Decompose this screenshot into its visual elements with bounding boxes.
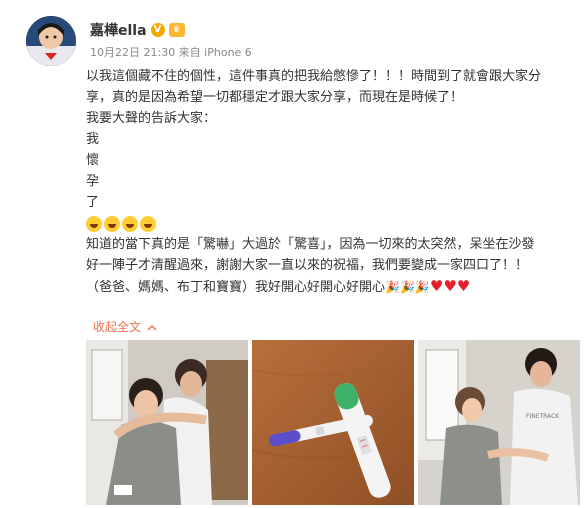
post-meta: 10月22日 21:30 来自 iPhone 6 [90,46,252,59]
party-popper-icon: 🎉 [414,280,430,294]
emoji-row [86,213,578,234]
avatar[interactable] [26,16,76,66]
post-line: 好一陣子才清醒過來，謝謝大家一直以來的祝福，我們要變成一家四口了！！ [86,258,529,273]
post-body: 以我這個藏不住的個性，這件事真的把我給憋慘了！！！時間到了就會跟大家分 享，真的… [86,66,578,298]
verified-badge-icon: V [150,23,165,37]
post-line: 我要大聲的告訴大家： [86,111,217,126]
member-crown-icon: ♛ [168,23,185,37]
username-row: 嘉樺ella V ♛ [90,20,185,40]
post-line: 我 [86,132,100,147]
post-photo-family[interactable]: FINETRACK [418,340,580,505]
post-photo-pregnancy-tests[interactable] [252,340,414,505]
heart-icon: ♥ [443,277,457,295]
chevron-up-icon [147,320,157,334]
heart-icon: ♥ [456,277,471,295]
laugh-cry-emoji-icon [86,215,102,232]
party-popper-icon: 🎉 [385,280,400,294]
svg-text:FINETRACK: FINETRACK [526,413,560,420]
post-line-with-emoji: （爸爸、媽媽、布丁和寶寶）我好開心好開心好開心🎉🎉🎉♥♥♥ [86,276,578,298]
post-line: 懷 [86,153,100,168]
post-photo-couple[interactable] [86,340,248,505]
post-line: 享，真的是因為希望一切都穩定才跟大家分享，而現在是時候了！ [86,90,464,105]
post-line: （爸爸、媽媽、布丁和寶寶）我好開心好開心好開心 [86,280,386,295]
laugh-cry-emoji-icon [122,215,138,232]
username[interactable]: 嘉樺ella [90,20,147,40]
laugh-cry-emoji-icon [140,215,156,232]
party-popper-icon: 🎉 [399,280,415,294]
heart-icon: ♥ [429,277,444,295]
laugh-cry-emoji-icon [104,215,120,232]
post-line: 以我這個藏不住的個性，這件事真的把我給憋慘了！！！時間到了就會跟大家分 [86,69,542,84]
collapse-link[interactable]: 收起全文 [93,318,157,335]
post-line: 了 [86,195,100,210]
collapse-label: 收起全文 [93,320,142,334]
post-line: 孕 [86,174,100,189]
post-line: 知道的當下真的是「驚嚇」大過於「驚喜」，因為一切來的太突然，呆坐在沙發 [86,237,535,252]
